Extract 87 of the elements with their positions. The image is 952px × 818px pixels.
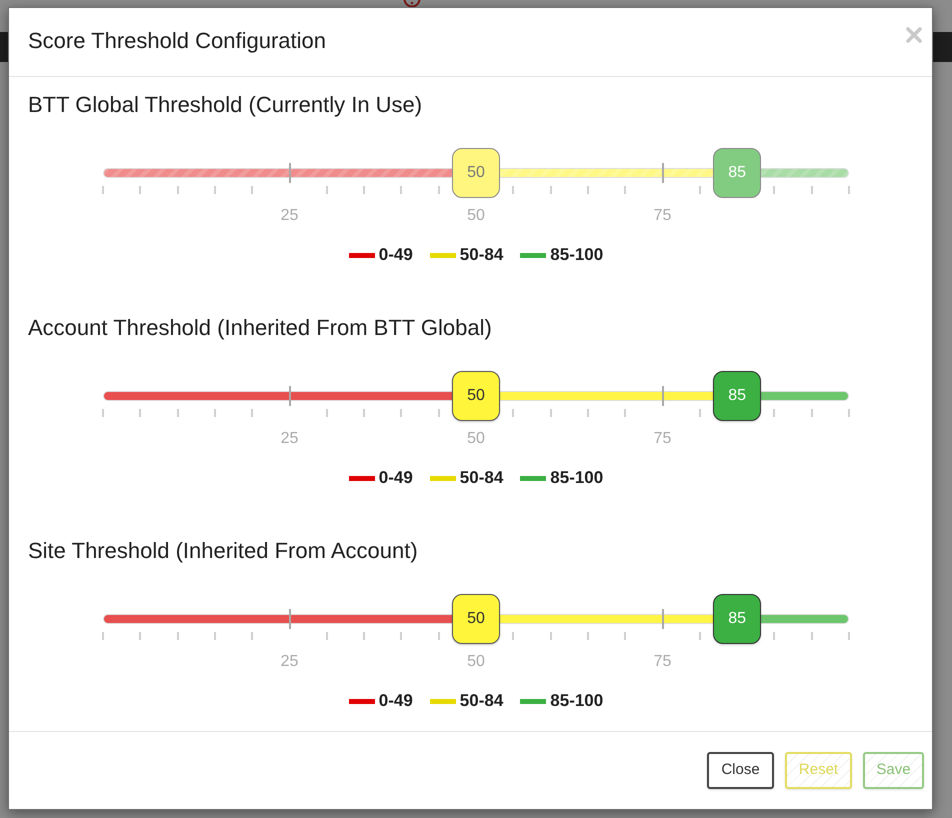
tick-mark	[139, 409, 142, 417]
tick-mark	[288, 163, 290, 183]
legend-label: 85-100	[550, 245, 604, 265]
legend-label: 50-84	[460, 245, 504, 265]
tick-mark	[586, 186, 589, 194]
tick-mark	[773, 409, 776, 417]
dialog-button: Save	[863, 752, 924, 789]
tick-mark	[662, 609, 664, 629]
tick-mark	[214, 632, 216, 640]
slider-handle: 85	[713, 148, 762, 198]
dialog-button: Reset	[785, 752, 852, 789]
tick-mark	[848, 409, 850, 417]
tick-mark	[698, 632, 701, 640]
section-heading: Account Threshold (Inherited From BTT Global)	[28, 314, 493, 342]
dialog-button[interactable]: Close	[707, 752, 774, 789]
tick-mark	[102, 632, 104, 640]
tick-mark	[512, 632, 514, 640]
tick-mark	[512, 409, 514, 417]
tick-mark	[326, 409, 328, 417]
tick-mark	[624, 632, 626, 640]
tick-mark	[400, 409, 402, 417]
tick-mark	[773, 186, 776, 194]
tick-mark	[251, 409, 254, 417]
tick-mark	[662, 163, 664, 183]
section-heading: BTT Global Threshold (Currently In Use)	[28, 91, 424, 119]
tick-mark	[176, 409, 179, 417]
dialog-title: Score Threshold Configuration	[28, 27, 326, 55]
tick-mark	[773, 632, 776, 640]
tick-mark	[102, 409, 104, 417]
tick-label: 50	[467, 206, 485, 226]
tick-mark	[624, 186, 626, 194]
tick-mark	[848, 632, 850, 640]
tick-mark	[139, 186, 142, 194]
tick-mark	[550, 409, 552, 417]
tick-mark	[214, 409, 216, 417]
tick-mark	[288, 386, 290, 406]
tick-mark	[586, 409, 589, 417]
tick-mark	[363, 186, 366, 194]
tick-mark	[624, 409, 626, 417]
tick-label: 50	[467, 652, 485, 672]
tick-mark	[438, 632, 440, 640]
tick-mark	[251, 186, 254, 194]
slider-handle: 50	[452, 148, 500, 198]
tick-mark	[512, 186, 514, 194]
tick-mark	[176, 632, 179, 640]
tick-mark	[438, 409, 440, 417]
legend-label: 0-49	[378, 245, 413, 265]
legend-label: 85-100	[550, 468, 604, 488]
tick-label: 75	[654, 429, 672, 449]
slider-handle[interactable]: 50	[452, 594, 500, 644]
tick-label: 25	[280, 652, 298, 672]
tick-label: 25	[280, 429, 298, 449]
tick-mark	[698, 186, 701, 194]
tick-mark	[139, 632, 142, 640]
tick-mark	[400, 186, 402, 194]
section-heading: Site Threshold (Inherited From Account)	[28, 537, 419, 565]
tick-mark	[363, 409, 366, 417]
tick-mark	[810, 186, 813, 194]
tick-mark	[662, 386, 664, 406]
tick-mark	[251, 632, 254, 640]
close-icon[interactable]	[906, 27, 922, 43]
legend-label: 0-49	[378, 691, 413, 711]
tick-label: 50	[467, 429, 485, 449]
tick-mark	[698, 409, 701, 417]
tick-label: 75	[654, 652, 672, 672]
tick-mark	[288, 609, 290, 629]
tick-label: 75	[654, 206, 672, 226]
tick-mark	[848, 186, 850, 194]
legend-label: 50-84	[460, 691, 504, 711]
tick-mark	[550, 632, 552, 640]
tick-mark	[400, 632, 402, 640]
tick-mark	[550, 186, 552, 194]
tick-mark	[176, 186, 179, 194]
tick-mark	[438, 186, 440, 194]
legend-label: 50-84	[460, 468, 504, 488]
tick-mark	[326, 186, 328, 194]
legend-label: 85-100	[550, 691, 604, 711]
tick-mark	[810, 409, 813, 417]
tick-mark	[363, 632, 366, 640]
tick-mark	[326, 632, 328, 640]
tick-label: 25	[280, 206, 298, 226]
tick-mark	[102, 186, 104, 194]
tick-mark	[586, 632, 589, 640]
tick-mark	[810, 632, 813, 640]
legend-label: 0-49	[378, 468, 413, 488]
slider-handle[interactable]: 50	[452, 371, 500, 421]
tick-mark	[214, 186, 216, 194]
